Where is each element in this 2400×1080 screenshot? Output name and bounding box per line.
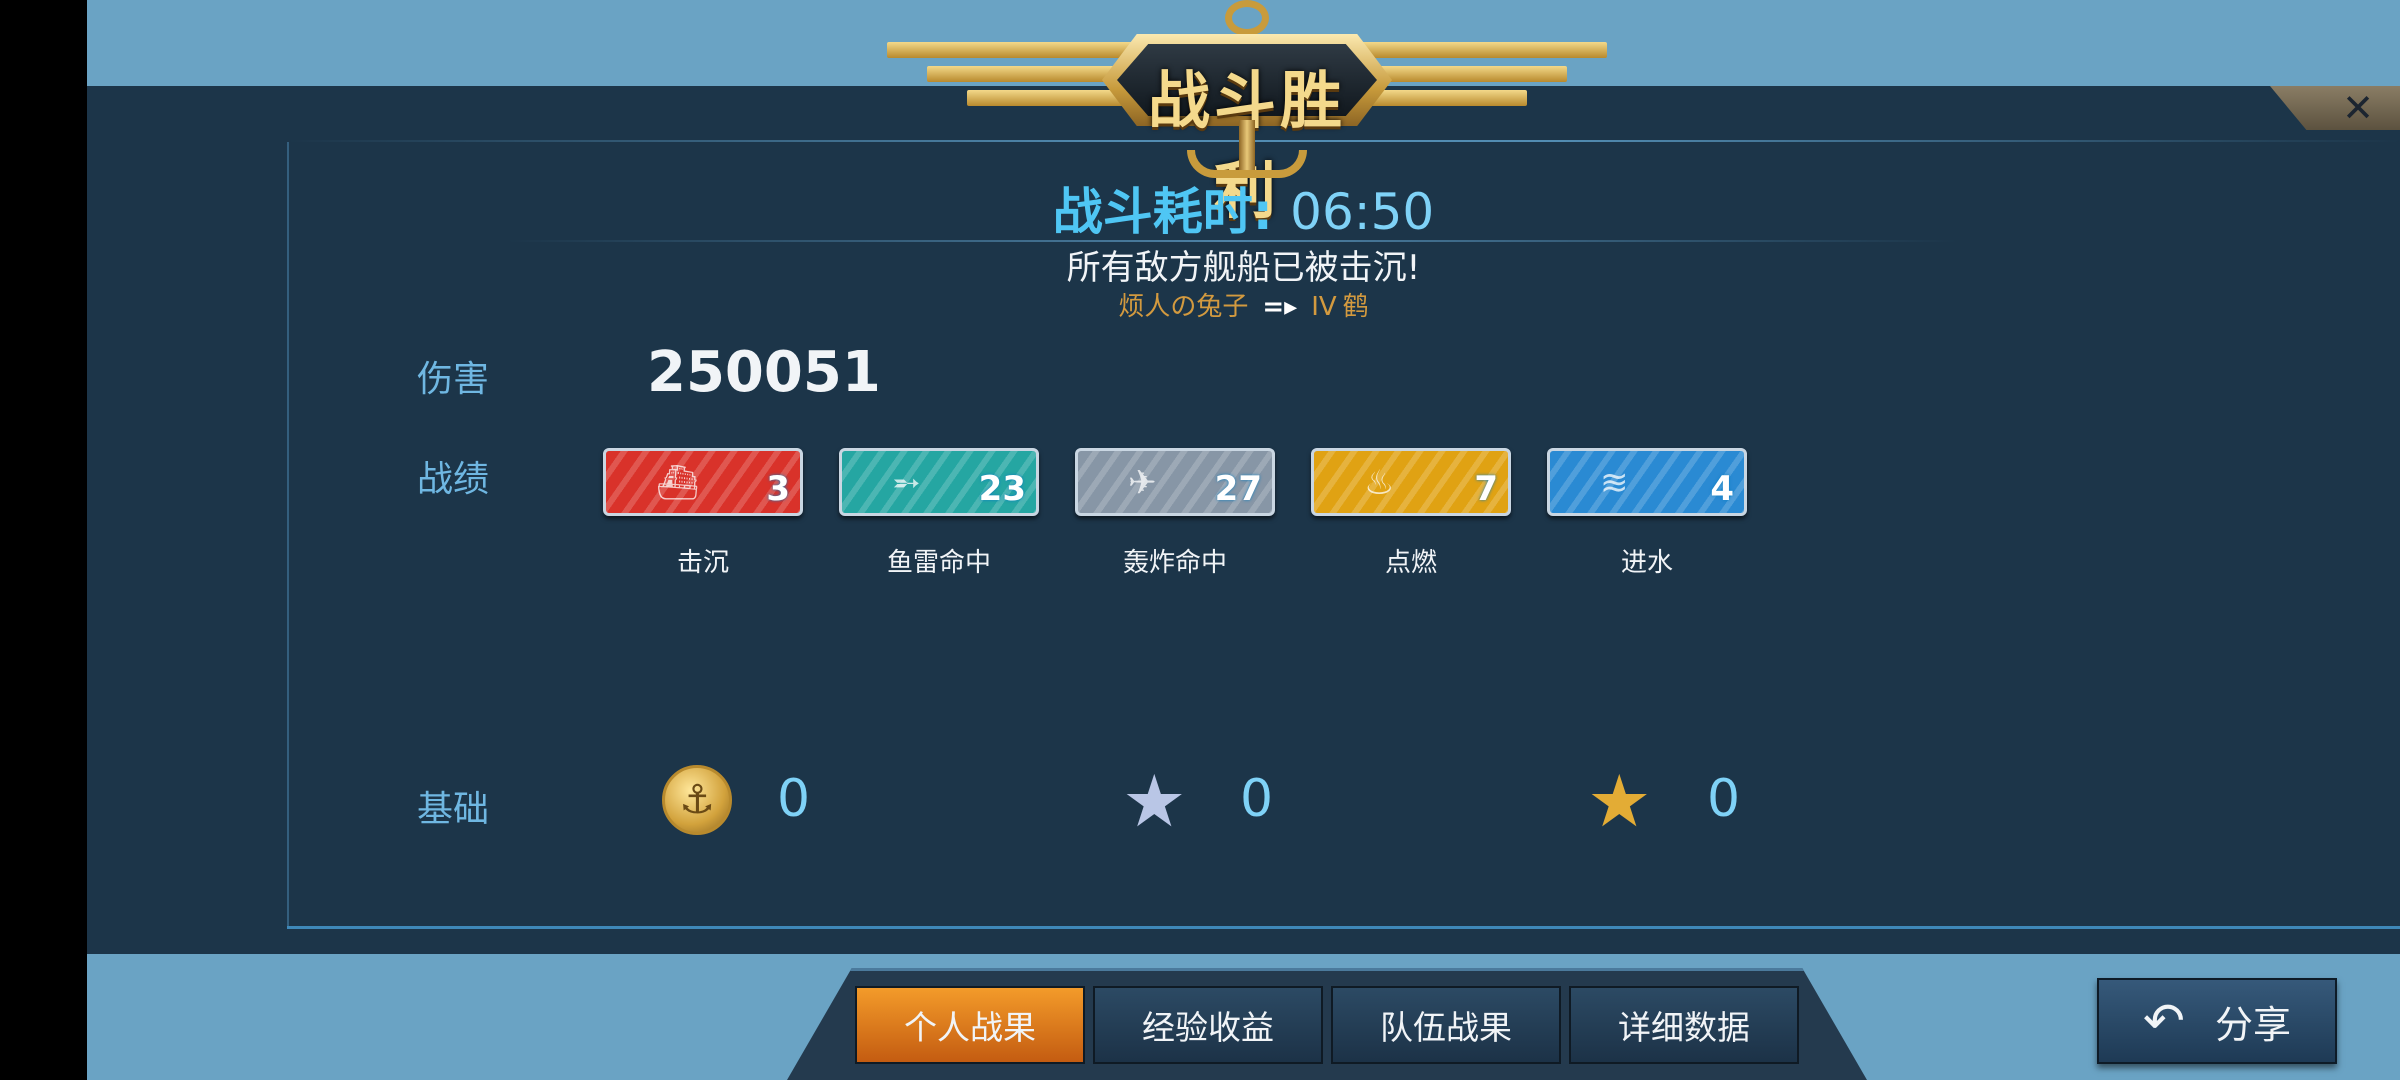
silver-star-value: 0 <box>1240 769 1274 829</box>
result-message: 所有敌方舰船已被击沉! <box>1066 248 1421 288</box>
coin-reward: ⚓ 0 <box>662 765 922 845</box>
sink-caption: 击沉 <box>676 548 729 578</box>
battle-duration: 战斗耗时: 06:50 <box>87 172 2400 244</box>
ship-icon: ⛴ <box>656 463 700 503</box>
record-badges: ⛴ 3 击沉 ➵ 23 鱼雷命中 ✈ 27 轰炸命中 ♨ 7 点燃 ≋ 4 进水 <box>603 448 1843 578</box>
gold-star-value: 0 <box>1707 769 1741 829</box>
plane-icon: ✈ <box>1128 463 1157 503</box>
badge-flood[interactable]: ≋ 4 <box>1547 448 1747 516</box>
tab-team-result[interactable]: 队伍战果 <box>1331 986 1561 1064</box>
base-label: 基础 <box>417 789 490 830</box>
bomb-count: 27 <box>1214 469 1262 509</box>
sink-count: 3 <box>766 469 790 509</box>
result-tabs: 个人战果 经验收益 队伍战果 详细数据 <box>787 968 1867 1080</box>
duration-value: 06:50 <box>1290 183 1435 241</box>
close-icon: ✕ <box>2342 86 2374 130</box>
fire-icon: ♨ <box>1364 463 1395 503</box>
share-label: 分享 <box>2214 1002 2291 1047</box>
anchor-icon <box>1225 0 1269 36</box>
battle-result-screen: 战斗胜利 ✕ 战斗耗时: 06:50 所有敌方舰船已被击沉! 烦人の兔子 =▸ IV… <box>87 0 2400 1080</box>
flood-icon: ≋ <box>1600 463 1629 503</box>
arrow-icon: =▸ <box>1262 292 1298 322</box>
duration-label: 战斗耗时: <box>1052 183 1291 241</box>
screen-notch-area <box>0 0 87 1080</box>
tab-personal-result[interactable]: 个人战果 <box>855 986 1085 1064</box>
flood-caption: 进水 <box>1620 548 1673 578</box>
panel-bottom-line <box>287 926 2400 929</box>
coin-icon: ⚓ <box>662 765 732 835</box>
damage-value: 250051 <box>647 340 881 405</box>
victory-banner: 战斗胜利 <box>887 0 1607 227</box>
torpedo-count: 23 <box>978 469 1026 509</box>
damage-label: 伤害 <box>417 359 490 400</box>
record-label: 战绩 <box>417 459 490 500</box>
torpedo-caption: 鱼雷命中 <box>886 548 991 578</box>
silver-star-reward: ★ 0 <box>1122 765 1382 845</box>
flood-count: 4 <box>1710 469 1734 509</box>
tab-detailed-data[interactable]: 详细数据 <box>1569 986 1799 1064</box>
badge-bomb[interactable]: ✈ 27 <box>1075 448 1275 516</box>
fire-caption: 点燃 <box>1384 548 1437 578</box>
coin-value: 0 <box>777 769 811 829</box>
bomb-caption: 轰炸命中 <box>1122 548 1227 578</box>
badge-fire[interactable]: ♨ 7 <box>1311 448 1511 516</box>
ship-name: 鹤 <box>1342 292 1369 322</box>
player-ship-line: 烦人の兔子 =▸ IV 鹤 <box>87 286 2400 323</box>
torpedo-icon: ➵ <box>892 463 921 503</box>
silver-star-icon: ★ <box>1122 759 1187 843</box>
ship-tier: IV <box>1311 292 1337 322</box>
gold-star-icon: ★ <box>1587 759 1652 843</box>
tab-exp-gain[interactable]: 经验收益 <box>1093 986 1323 1064</box>
share-icon: ↶ <box>2143 992 2185 1050</box>
badge-sink[interactable]: ⛴ 3 <box>603 448 803 516</box>
gold-star-reward: ★ 0 <box>1567 765 1847 845</box>
fire-count: 7 <box>1474 469 1498 509</box>
player-name: 烦人の兔子 <box>1118 292 1249 322</box>
share-button[interactable]: ↶ 分享 <box>2097 978 2337 1064</box>
badge-torpedo[interactable]: ➵ 23 <box>839 448 1039 516</box>
